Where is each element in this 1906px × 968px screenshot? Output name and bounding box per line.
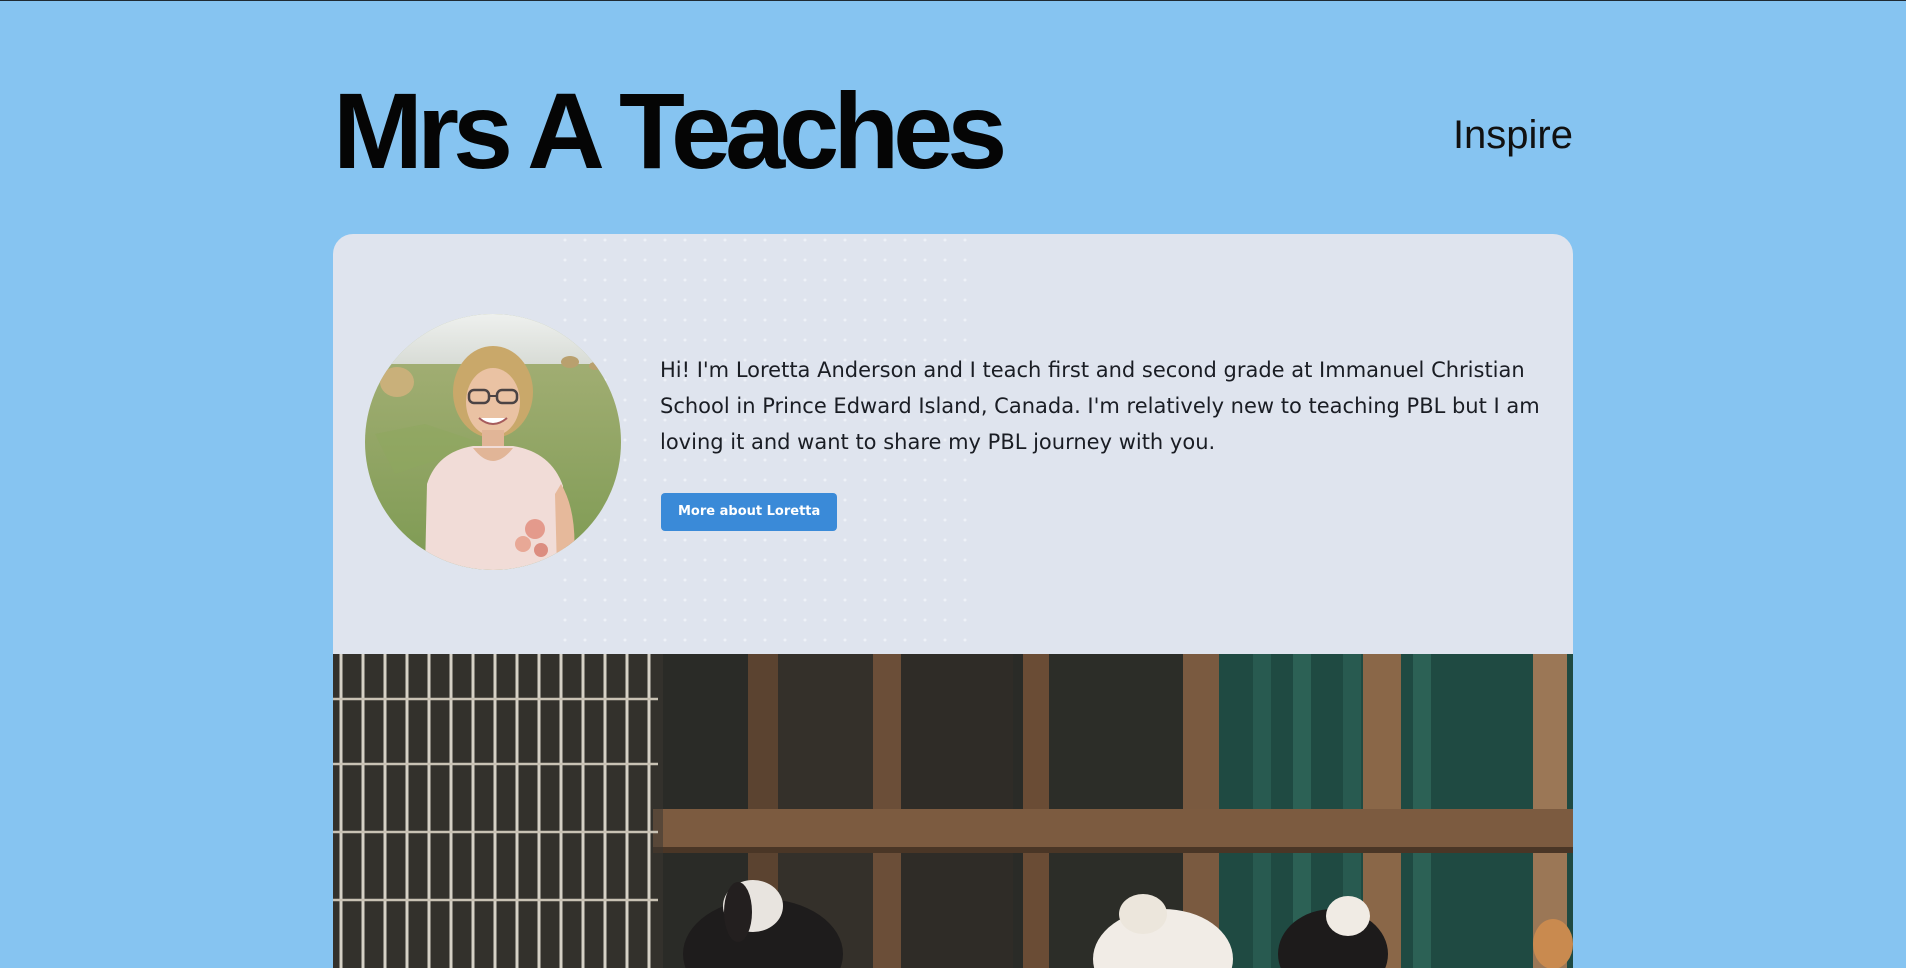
more-about-button[interactable]: More about Loretta [661, 493, 838, 531]
barn-goats-photo [333, 654, 1573, 968]
avatar [365, 314, 621, 570]
bio-text: Hi! I'm Loretta Anderson and I teach fir… [660, 358, 1540, 454]
nav-link-inspire[interactable]: Inspire [1453, 111, 1573, 159]
site-header: Mrs A Teaches Inspire [333, 71, 1573, 191]
site-title[interactable]: Mrs A Teaches [333, 71, 1007, 191]
intro-card: Hi! I'm Loretta Anderson and I teach fir… [333, 234, 1573, 654]
